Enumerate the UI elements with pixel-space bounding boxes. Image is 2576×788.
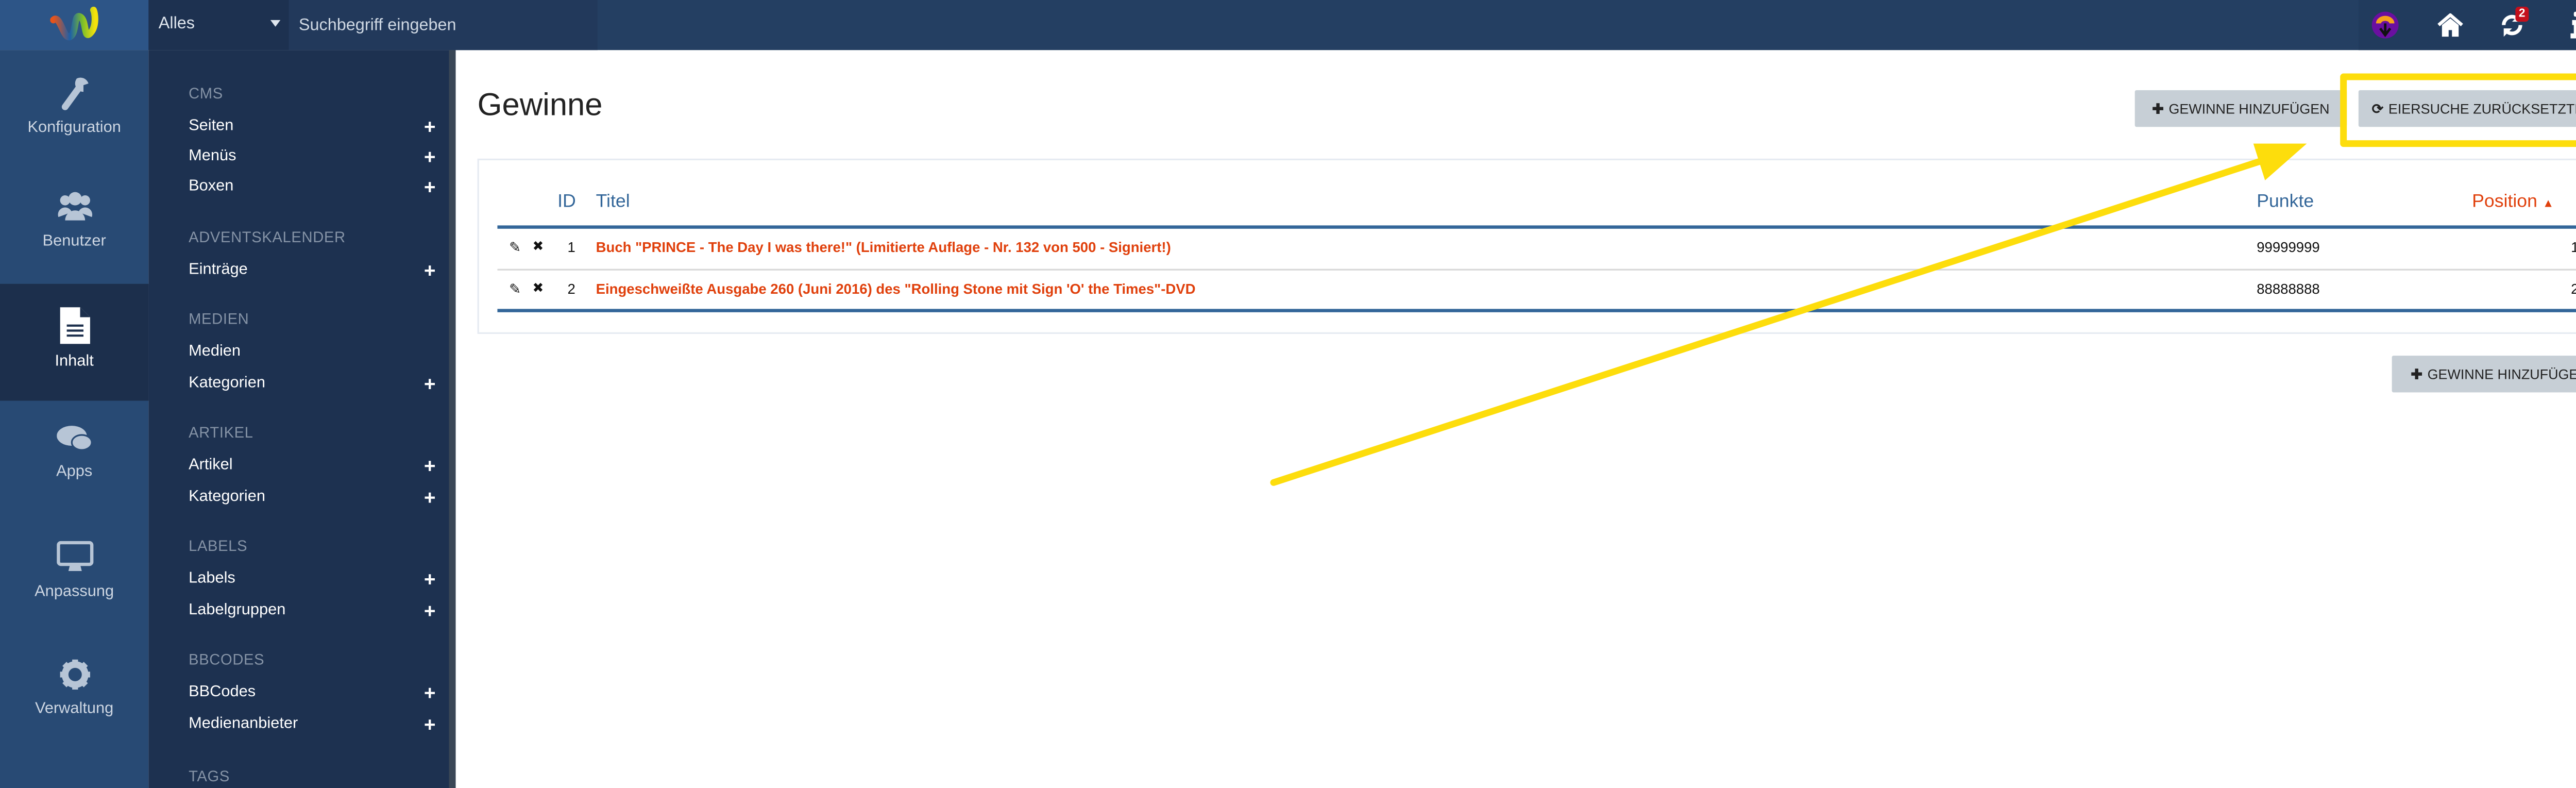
annotation-arrow xyxy=(1270,143,2307,486)
arrow-head xyxy=(2253,143,2307,180)
arrow-shaft xyxy=(1270,154,2277,486)
